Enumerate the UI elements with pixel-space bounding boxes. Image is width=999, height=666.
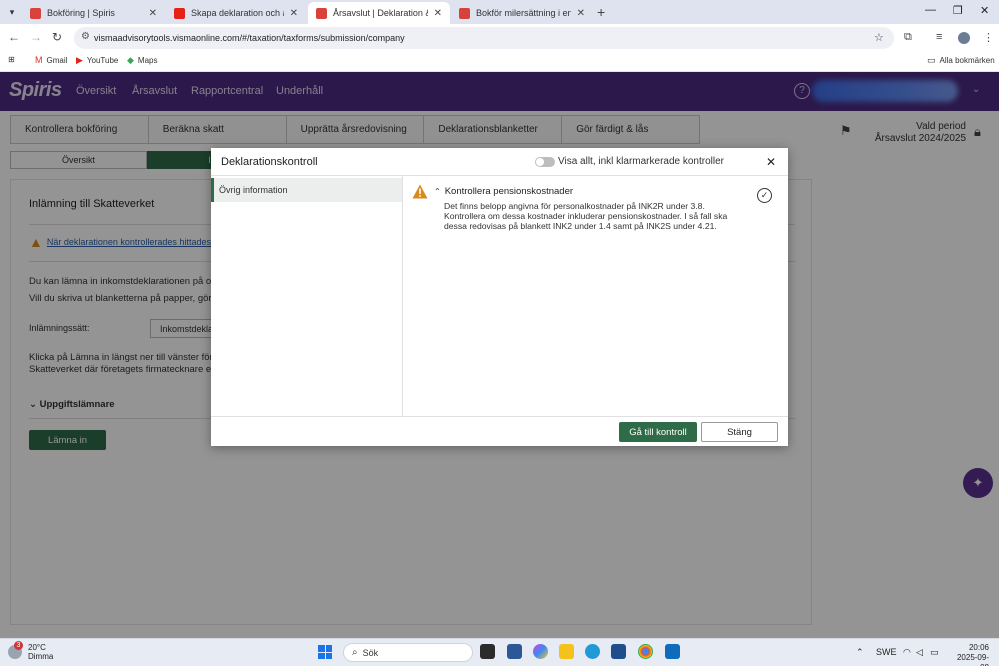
search-icon: ⌕ [352, 647, 358, 658]
tab-search-menu-icon[interactable]: ▾ [5, 5, 19, 19]
declaration-check-modal: Deklarationskontroll Visa allt, inkl kla… [211, 148, 788, 446]
maps-pin-icon: ◆ [127, 55, 134, 65]
close-tab-icon[interactable]: ✕ [434, 8, 442, 19]
browser-tab[interactable]: Bokföring | Spiris ✕ [22, 2, 165, 24]
bookmark-star-icon[interactable]: ☆ [874, 31, 884, 44]
minimize-icon[interactable]: — [925, 4, 936, 16]
show-all-toggle-label: Visa allt, inkl klarmarkerade kontroller [558, 156, 724, 167]
system-clock[interactable]: 20:06 2025-09-08 [949, 643, 989, 666]
close-tab-icon[interactable]: ✕ [290, 8, 298, 19]
all-bookmarks[interactable]: ▭ Alla bokmärken [927, 55, 995, 66]
browser-toolbar: ← → ↻ ⚙ vismaadvisorytools.vismaonline.c… [0, 24, 999, 52]
file-explorer-icon[interactable] [559, 644, 574, 659]
profile-avatar-icon[interactable] [958, 32, 970, 44]
chevron-up-icon: ⌃ [434, 187, 441, 196]
new-tab-icon[interactable]: + [597, 4, 605, 20]
mark-done-check-icon[interactable]: ✓ [757, 188, 772, 203]
maximize-icon[interactable]: ❐ [953, 4, 963, 17]
check-item-title[interactable]: ⌃ Kontrollera pensionskostnader [434, 186, 573, 197]
warning-icon [412, 184, 428, 199]
clock-date: 2025-09-08 [956, 653, 989, 666]
modal-header: Deklarationskontroll Visa allt, inkl kla… [211, 148, 788, 176]
browser-tab[interactable]: Skapa deklaration och årsredovisning ✕ [166, 2, 306, 24]
go-to-check-button[interactable]: Gå till kontroll [619, 422, 697, 442]
weather-widget[interactable]: 3 20°C Dimma [8, 641, 54, 661]
edge-icon[interactable] [585, 644, 600, 659]
youtube-favicon-icon [174, 7, 185, 19]
bookmark-youtube[interactable]: ▶ YouTube [76, 55, 118, 66]
check-item-description: Det finns belopp angivna för personalkos… [444, 201, 728, 232]
taskbar-search[interactable]: ⌕ Sök [343, 643, 473, 662]
tray-chevron-up-icon[interactable]: ⌃ [856, 647, 864, 658]
weather-temp: 20°C [28, 643, 46, 652]
close-window-icon[interactable]: ✕ [980, 4, 989, 17]
folder-icon: ▭ [927, 55, 936, 65]
clock-time: 20:06 [968, 643, 989, 652]
word-icon[interactable] [507, 644, 522, 659]
bookmarks-bar: ⊞ M Gmail ▶ YouTube ◆ Maps ▭ Alla bokmärken [0, 52, 999, 72]
reload-icon[interactable]: ↻ [52, 30, 62, 44]
media-icon[interactable]: ≡ [936, 31, 942, 43]
language-indicator[interactable]: SWE [876, 647, 897, 657]
windows-start-icon[interactable] [318, 645, 332, 659]
store-icon[interactable] [611, 644, 626, 659]
back-arrow-icon[interactable]: ← [8, 30, 20, 44]
chrome-icon[interactable] [638, 644, 653, 659]
site-info-icon[interactable]: ⚙ [81, 31, 90, 42]
check-details: ⌃ Kontrollera pensionskostnader Det finn… [403, 176, 788, 416]
modal-title: Deklarationskontroll [221, 156, 318, 168]
browser-tab-active[interactable]: Årsavslut | Deklaration & Årsredovisning… [308, 2, 450, 24]
bookmark-maps[interactable]: ◆ Maps [127, 55, 157, 66]
spiris-favicon-icon [459, 7, 470, 19]
category-ovrig-information[interactable]: Övrig information [211, 178, 402, 202]
spiris-favicon-icon [316, 7, 327, 19]
outlook-icon[interactable] [665, 644, 680, 659]
volume-icon[interactable]: ◁ [916, 647, 923, 658]
browser-tab[interactable]: Bokför milersättning i enskild firma ✕ [451, 2, 593, 24]
weather-desc: Dimma [28, 652, 54, 661]
wifi-icon[interactable]: ◠ [903, 647, 911, 658]
browser-tabstrip: ▾ Bokföring | Spiris ✕ Skapa deklaration… [0, 0, 999, 24]
os-taskbar: 3 20°C Dimma ⌕ Sök ⌃ SWE ◠ ◁ ▭ 20:06 202… [0, 638, 999, 666]
address-bar[interactable]: ⚙ vismaadvisorytools.vismaonline.com/#/t… [74, 27, 894, 49]
show-all-toggle[interactable] [535, 157, 555, 167]
browser-menu-icon[interactable]: ⋮ [983, 31, 994, 44]
modal-footer: Gå till kontroll Stäng [211, 416, 788, 446]
youtube-icon: ▶ [76, 55, 83, 65]
notification-badge: 3 [14, 641, 23, 650]
check-categories: Övrig information [211, 176, 403, 416]
spiris-favicon-icon [30, 7, 41, 19]
fog-weather-icon: 3 [8, 641, 23, 659]
task-view-icon[interactable] [480, 644, 495, 659]
gmail-icon: M [35, 55, 43, 65]
close-tab-icon[interactable]: ✕ [577, 8, 585, 19]
close-button[interactable]: Stäng [701, 422, 778, 442]
extensions-icon[interactable]: ⧉ [904, 31, 912, 44]
apps-grid-icon[interactable]: ⊞ [8, 55, 15, 64]
close-icon[interactable]: ✕ [766, 155, 776, 169]
forward-arrow-icon[interactable]: → [30, 30, 42, 44]
battery-icon[interactable]: ▭ [930, 647, 939, 658]
close-tab-icon[interactable]: ✕ [149, 8, 157, 19]
bookmark-gmail[interactable]: M Gmail [35, 55, 67, 65]
copilot-icon[interactable] [533, 644, 548, 659]
url-text: vismaadvisorytools.vismaonline.com/#/tax… [94, 33, 405, 43]
